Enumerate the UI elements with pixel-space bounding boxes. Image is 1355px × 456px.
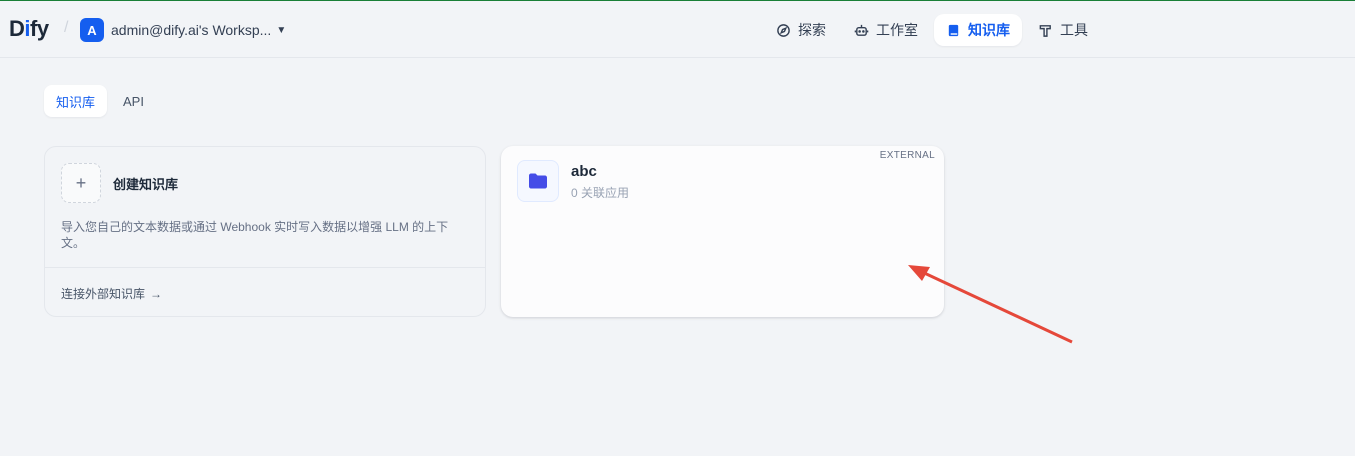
book-icon	[948, 24, 959, 36]
tab-knowledge[interactable]: 知识库	[44, 85, 108, 117]
compass-icon	[777, 23, 790, 37]
knowledge-tabs: 知识库 API	[44, 85, 156, 117]
tab-api[interactable]: API	[111, 85, 156, 117]
annotation-arrow-icon	[908, 265, 1073, 344]
dataset-name: abc	[571, 163, 597, 180]
nav-tools-label: 工具	[1060, 22, 1088, 38]
nav-studio-label: 工作室	[876, 22, 918, 38]
connect-external-label: 连接外部知识库	[61, 287, 146, 301]
connect-external-knowledge-link[interactable]: 连接外部知识库 →	[61, 285, 162, 302]
top-navbar: Dify / A admin@dify.ai's Worksp... ▼ 探索 …	[0, 1, 1355, 58]
dataset-card[interactable]: EXTERNAL abc 0 关联应用	[501, 146, 944, 317]
workspace-avatar: A	[80, 18, 104, 42]
hammer-icon	[1039, 24, 1051, 37]
chevron-down-icon: ▼	[276, 24, 287, 36]
create-knowledge-button[interactable]: + 创建知识库	[61, 163, 178, 203]
create-knowledge-card: + 创建知识库 导入您自己的文本数据或通过 Webhook 实时写入数据以增强 …	[44, 146, 486, 317]
nav-knowledge[interactable]: 知识库	[934, 14, 1022, 46]
external-badge: EXTERNAL	[879, 150, 935, 161]
nav-studio[interactable]: 工作室	[842, 14, 930, 46]
breadcrumb-separator: /	[64, 19, 69, 36]
create-knowledge-title: 创建知识库	[113, 176, 179, 192]
nav-tools[interactable]: 工具	[1026, 14, 1100, 46]
nav-explore-label: 探索	[798, 22, 826, 38]
card-divider	[45, 267, 485, 268]
folder-icon	[517, 160, 559, 202]
main-nav: 探索 工作室 知识库 工具	[764, 14, 1100, 46]
dataset-linked-apps: 0 关联应用	[571, 186, 630, 200]
create-knowledge-description: 导入您自己的文本数据或通过 Webhook 实时写入数据以增强 LLM 的上下文…	[61, 220, 449, 250]
plus-icon: +	[61, 163, 101, 203]
nav-knowledge-label: 知识库	[968, 22, 1010, 38]
workspace-name: admin@dify.ai's Worksp...	[111, 22, 272, 38]
nav-explore[interactable]: 探索	[764, 14, 838, 46]
arrow-right-icon: →	[150, 286, 163, 301]
dify-logo[interactable]: Dify	[9, 15, 49, 43]
robot-icon	[854, 24, 869, 36]
workspace-selector[interactable]: A admin@dify.ai's Worksp... ▼	[80, 18, 286, 42]
